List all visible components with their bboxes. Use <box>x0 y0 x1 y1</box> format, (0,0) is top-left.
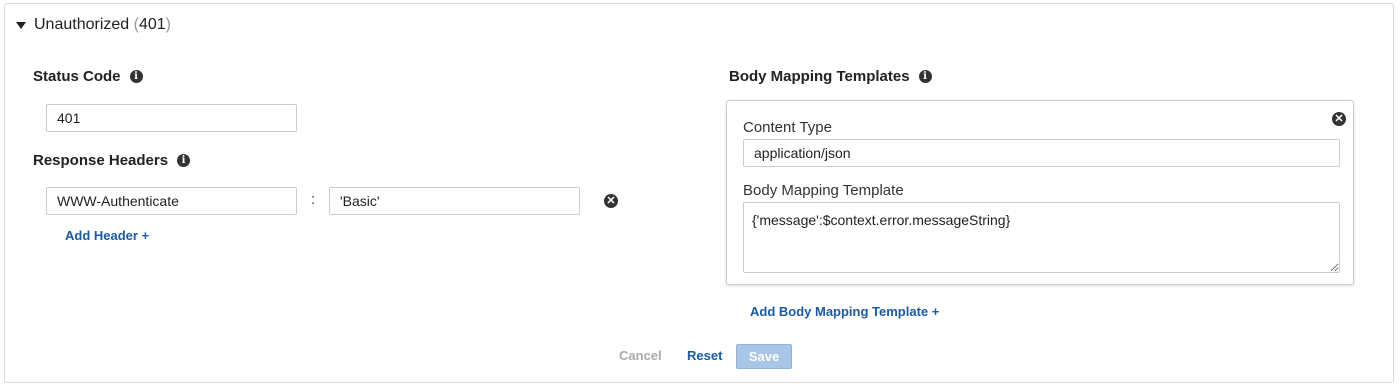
cancel-button[interactable]: Cancel <box>619 348 662 363</box>
caret-down-icon[interactable] <box>16 21 26 29</box>
body-mapping-label: Body Mapping Templates i <box>729 68 932 85</box>
section-code-open: ( <box>129 16 139 33</box>
status-code-label: Status Code i <box>33 68 143 85</box>
reset-button[interactable]: Reset <box>687 348 722 363</box>
header-separator: : <box>311 191 316 208</box>
template-label: Body Mapping Template <box>743 182 904 199</box>
section-code-close: ) <box>165 16 171 33</box>
status-code-label-text: Status Code <box>33 68 121 85</box>
status-code-input[interactable] <box>46 104 297 132</box>
section-code: 401 <box>138 16 166 33</box>
header-value-input[interactable] <box>329 187 580 215</box>
content-type-input[interactable] <box>743 139 1340 167</box>
save-button[interactable]: Save <box>736 344 792 369</box>
add-header-link[interactable]: Add Header + <box>65 228 149 243</box>
response-headers-label: Response Headers i <box>33 152 191 169</box>
template-textarea[interactable]: {'message':$context.error.messageString} <box>743 202 1340 273</box>
info-icon[interactable]: i <box>129 70 143 83</box>
remove-header-icon[interactable]: ✕ <box>604 194 618 208</box>
remove-template-icon[interactable]: ✕ <box>1332 112 1346 126</box>
body-mapping-label-text: Body Mapping Templates <box>729 68 910 85</box>
header-name-input[interactable] <box>46 187 297 215</box>
info-icon[interactable]: i <box>918 70 932 83</box>
info-icon[interactable]: i <box>177 154 191 167</box>
section-toggle[interactable]: Unauthorized (401) <box>16 16 171 34</box>
response-headers-label-text: Response Headers <box>33 152 169 169</box>
add-body-mapping-link[interactable]: Add Body Mapping Template + <box>750 304 939 319</box>
content-type-label: Content Type <box>743 119 832 136</box>
section-title: Unauthorized <box>34 16 130 33</box>
